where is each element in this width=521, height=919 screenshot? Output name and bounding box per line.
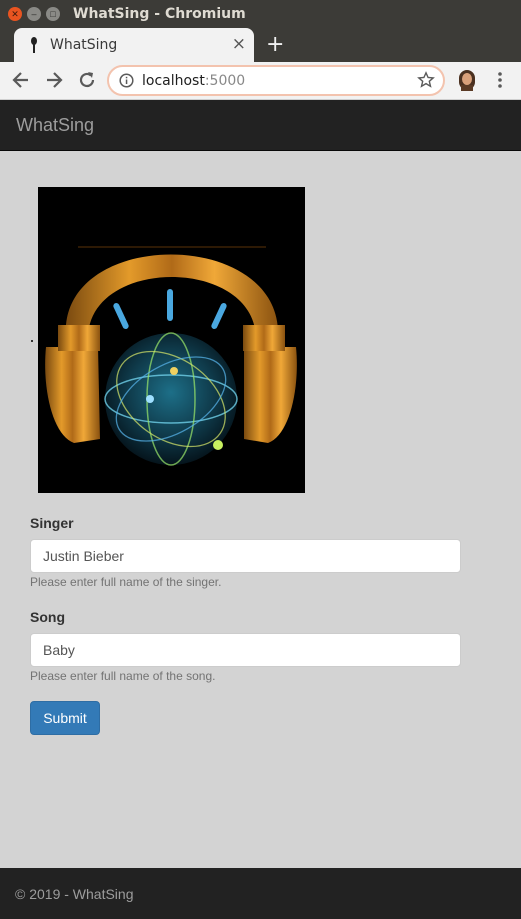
app-navbar: WhatSing [0,100,521,151]
avatar-icon[interactable] [457,69,477,91]
main-content: Singer Please enter full name of the sin… [0,151,521,868]
singer-label: Singer [30,515,74,531]
brand-link[interactable]: WhatSing [16,115,94,136]
song-input[interactable] [30,633,461,667]
kebab-menu-icon[interactable] [490,70,510,90]
page-footer: © 2019 - WhatSing [0,868,521,919]
new-tab-button[interactable]: + [266,32,284,57]
browser-toolbar: localhost:5000 [0,62,521,100]
window-close-icon[interactable]: ✕ [8,7,22,21]
info-icon[interactable] [119,73,134,88]
arrow-left-icon[interactable] [10,69,32,91]
tab-strip: WhatSing × + [0,28,521,62]
tab-whatsing[interactable]: WhatSing × [14,28,254,62]
window-titlebar: ✕ – □ WhatSing - Chromium [0,0,521,28]
address-bar[interactable]: localhost:5000 [107,65,445,96]
url-port: :5000 [204,73,246,89]
footer-copyright: © 2019 - WhatSing [15,886,134,902]
tab-close-icon[interactable]: × [232,34,246,54]
url-host: localhost [142,73,205,89]
window-title: WhatSing - Chromium [73,6,246,22]
microphone-icon [31,37,37,53]
singer-input[interactable] [30,539,461,573]
star-icon[interactable] [417,71,435,89]
window-minimize-icon[interactable]: – [27,7,41,21]
singer-help-text: Please enter full name of the singer. [30,575,222,589]
stray-dot [31,340,33,342]
submit-button[interactable]: Submit [30,701,100,735]
song-help-text: Please enter full name of the song. [30,669,216,683]
tab-title: WhatSing [50,37,118,53]
song-label: Song [30,609,65,625]
reload-icon[interactable] [76,69,98,91]
headphones-logo-image [38,187,305,493]
url-text: localhost:5000 [142,73,245,89]
window-maximize-icon[interactable]: □ [46,7,60,21]
arrow-right-icon[interactable] [43,69,65,91]
